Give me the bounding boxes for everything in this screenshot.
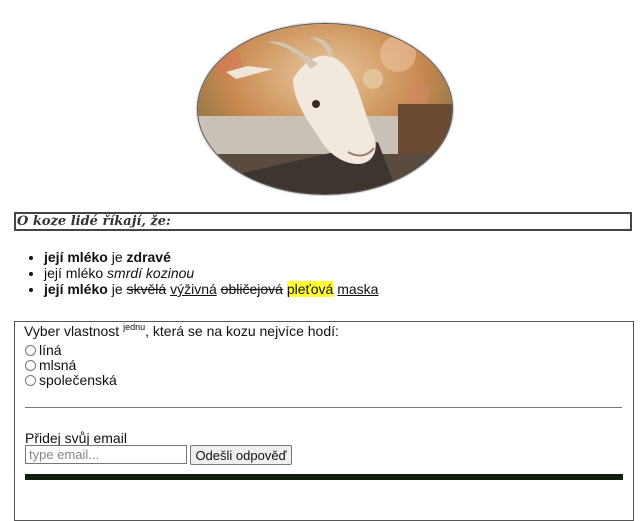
option-label-lina: líná [39, 342, 62, 358]
fact-item-1: její mléko je zdravé [44, 249, 378, 265]
fact-item-3: její mléko je skvělá výživná obličejová … [44, 281, 378, 297]
email-label: Přidej svůj email [25, 430, 127, 446]
radio-mlsna[interactable] [25, 360, 36, 371]
fact-3-part-5: výživná [170, 281, 217, 297]
fact-3-part-11: maska [337, 281, 379, 297]
radio-lina[interactable] [25, 345, 36, 356]
fact-item-2: její mléko smrdí kozinou [44, 265, 378, 281]
fact-3-part-7: obličejová [220, 281, 283, 297]
option-lina[interactable]: líná [25, 343, 117, 358]
option-spolecenska[interactable]: společenská [25, 373, 117, 388]
fact-1-part-1: její [44, 249, 68, 265]
legend-text-before: Vyber vlastnost [24, 323, 124, 339]
footer-bar [25, 474, 623, 480]
goat-image-art [198, 24, 452, 194]
submit-button[interactable]: Odešli odpověď [190, 445, 292, 465]
fact-1-part-2: mléko [67, 249, 108, 265]
fact-2-part-2: mléko [65, 265, 108, 281]
radio-spolecenska[interactable] [25, 375, 36, 386]
legend-text-after: , která se na kozu nejvíce hodí: [145, 323, 339, 339]
divider [25, 407, 622, 408]
survey-legend: Vyber vlastnost jednu, která se na kozu … [24, 323, 340, 339]
option-label-mlsna: mlsná [39, 357, 77, 373]
fact-3-part-3: skvělá [126, 281, 167, 297]
fact-1-part-4: zdravé [126, 249, 171, 265]
facts-list: její mléko je zdravé její mléko smrdí ko… [25, 249, 378, 297]
fact-3-part-1: její mléko [44, 281, 108, 297]
fact-3-part-9: pleťová [286, 281, 334, 297]
fact-3-part-2: je [107, 281, 127, 297]
goat-image [197, 23, 453, 195]
section-heading: O koze lidé říkají, že: [14, 212, 632, 231]
option-mlsna[interactable]: mlsná [25, 358, 117, 373]
email-field[interactable] [25, 445, 187, 464]
legend-superscript: jednu [123, 322, 146, 332]
option-label-spolecenska: společenská [39, 372, 117, 388]
fact-2-part-1: její [44, 265, 66, 281]
fact-1-part-3: je [107, 249, 127, 265]
fact-2-part-3: smrdí kozinou [107, 265, 195, 281]
options-group: líná mlsná společenská [25, 343, 117, 388]
